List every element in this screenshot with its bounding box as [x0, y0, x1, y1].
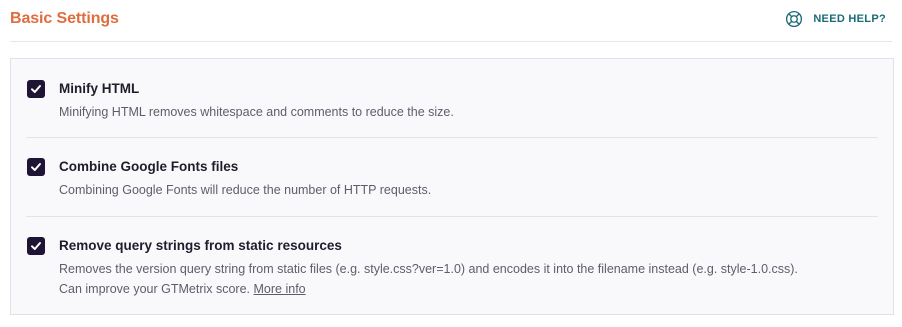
remove-query-strings-description-line2: Can improve your GTMetrix score. More in…: [59, 279, 889, 299]
need-help-label: NEED HELP?: [813, 13, 886, 25]
more-info-link[interactable]: More info: [254, 282, 306, 296]
remove-query-strings-description: Removes the version query string from st…: [59, 259, 889, 299]
option-divider: [26, 137, 878, 138]
minify-html-title: Minify HTML: [59, 81, 140, 96]
settings-panel: Minify HTML Minifying HTML removes white…: [10, 58, 894, 315]
minify-html-checkbox[interactable]: [27, 80, 45, 98]
combine-google-fonts-description: Combining Google Fonts will reduce the n…: [59, 183, 432, 197]
lifebuoy-icon: [786, 10, 803, 28]
remove-query-strings-description-line1: Removes the version query string from st…: [59, 262, 798, 276]
option-divider: [26, 216, 878, 217]
remove-query-strings-checkbox[interactable]: [27, 237, 45, 255]
combine-google-fonts-checkbox[interactable]: [27, 158, 45, 176]
checkmark-icon: [31, 85, 41, 93]
need-help-button[interactable]: NEED HELP?: [785, 10, 886, 28]
gtmetrix-text: Can improve your GTMetrix score.: [59, 282, 251, 296]
combine-google-fonts-title: Combine Google Fonts files: [59, 159, 239, 174]
page-title: Basic Settings: [10, 10, 119, 27]
remove-query-strings-title: Remove query strings from static resourc…: [59, 238, 342, 253]
settings-header: Basic Settings NEED HELP?: [0, 0, 902, 42]
checkmark-icon: [31, 163, 41, 171]
minify-html-description: Minifying HTML removes whitespace and co…: [59, 105, 454, 119]
header-divider: [10, 41, 892, 42]
checkmark-icon: [31, 242, 41, 250]
